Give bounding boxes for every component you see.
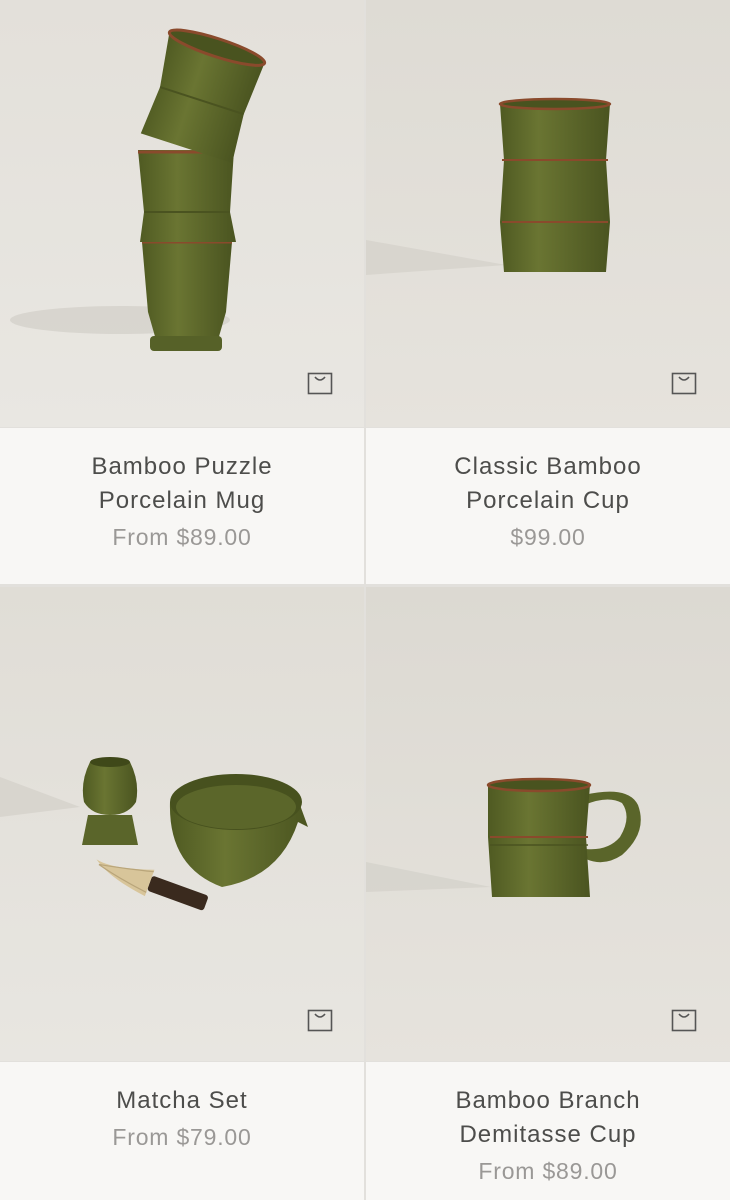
product-price: $99.00 — [510, 524, 586, 550]
shopping-bag-icon — [671, 372, 697, 395]
product-title[interactable]: Classic Bamboo Porcelain Cup — [366, 450, 730, 518]
product-title[interactable]: Bamboo Puzzle Porcelain Mug — [0, 450, 364, 518]
product-title-line[interactable]: Bamboo Branch — [366, 1084, 730, 1118]
add-to-cart-button[interactable] — [307, 370, 333, 396]
product-card-bamboo-branch-demitasse[interactable]: Bamboo Branch Demitasse Cup From $89.00 — [366, 587, 730, 1200]
product-price: From $89.00 — [112, 524, 252, 550]
shopping-bag-icon — [671, 1009, 697, 1032]
product-price: From $89.00 — [478, 1158, 618, 1184]
product-grid: Bamboo Puzzle Porcelain Mug From $89.00 — [0, 0, 730, 1200]
add-to-cart-button[interactable] — [671, 1007, 697, 1033]
product-title-line[interactable]: Porcelain Cup — [366, 484, 730, 518]
product-card-classic-bamboo-cup[interactable]: Classic Bamboo Porcelain Cup $99.00 — [366, 0, 730, 584]
product-info: Bamboo Branch Demitasse Cup From $89.00 — [366, 1062, 730, 1200]
product-title-line[interactable]: Demitasse Cup — [366, 1118, 730, 1152]
product-title-line[interactable]: Matcha Set — [0, 1084, 364, 1118]
product-info: Matcha Set From $79.00 — [0, 1062, 364, 1200]
product-title[interactable]: Matcha Set — [0, 1084, 364, 1118]
product-image[interactable] — [0, 0, 364, 427]
product-image[interactable] — [366, 587, 730, 1061]
product-image[interactable] — [0, 587, 364, 1061]
product-card-matcha-set[interactable]: Matcha Set From $79.00 — [0, 587, 364, 1200]
product-info: Classic Bamboo Porcelain Cup $99.00 — [366, 428, 730, 584]
product-title-line[interactable]: Classic Bamboo — [366, 450, 730, 484]
product-title-line[interactable]: Bamboo Puzzle — [0, 450, 364, 484]
product-info: Bamboo Puzzle Porcelain Mug From $89.00 — [0, 428, 364, 584]
shopping-bag-icon — [307, 1009, 333, 1032]
product-title-line[interactable]: Porcelain Mug — [0, 484, 364, 518]
product-image[interactable] — [366, 0, 730, 427]
shopping-bag-icon — [307, 372, 333, 395]
product-price: From $79.00 — [112, 1124, 252, 1150]
product-title[interactable]: Bamboo Branch Demitasse Cup — [366, 1084, 730, 1152]
add-to-cart-button[interactable] — [307, 1007, 333, 1033]
product-card-bamboo-puzzle-mug[interactable]: Bamboo Puzzle Porcelain Mug From $89.00 — [0, 0, 364, 584]
add-to-cart-button[interactable] — [671, 370, 697, 396]
